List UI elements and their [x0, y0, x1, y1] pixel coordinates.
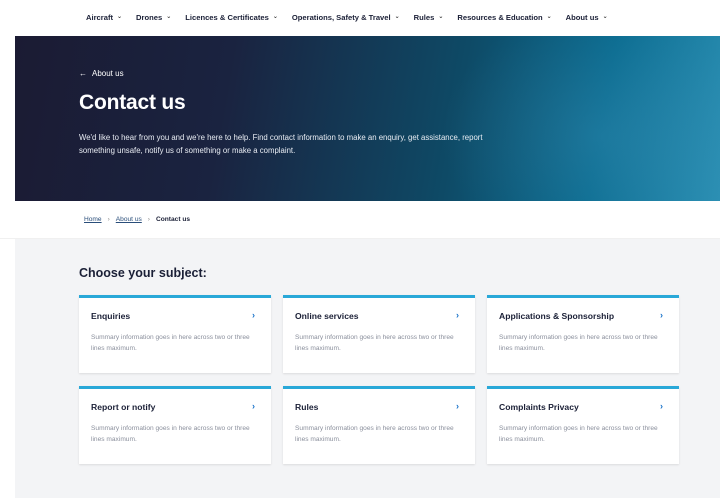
card-title: Applications & Sponsorship: [499, 311, 615, 321]
chevron-right-icon: ›: [660, 401, 663, 411]
breadcrumb-home-link[interactable]: Home: [84, 216, 102, 223]
hero-banner: ← About us Contact us We'd like to hear …: [15, 36, 720, 201]
card-summary: Summary information goes in here across …: [91, 425, 250, 443]
nav-item-label: Operations, Safety & Travel: [291, 13, 391, 22]
subject-card-applications[interactable]: Applications & Sponsorship › Summary inf…: [487, 295, 679, 373]
card-summary: Summary information goes in here across …: [91, 334, 250, 352]
card-summary: Summary information goes in here across …: [295, 425, 454, 443]
breadcrumb: Home › About us › Contact us: [0, 201, 720, 239]
chevron-down-icon: ⌄: [602, 14, 608, 20]
chevron-down-icon: ⌄: [166, 14, 172, 20]
chevron-right-icon: ›: [456, 401, 459, 411]
nav-item-rules[interactable]: Rules ⌄: [414, 13, 444, 22]
subject-card-enquiries[interactable]: Enquiries › Summary information goes in …: [79, 295, 271, 373]
breadcrumb-about-link[interactable]: About us: [116, 216, 142, 223]
nav-item-label: About us: [565, 13, 599, 22]
chevron-down-icon: ⌄: [546, 14, 552, 20]
nav-item-about[interactable]: About us ⌄: [566, 13, 608, 22]
hero-description: We'd like to hear from you and we're her…: [79, 133, 483, 155]
card-title: Rules: [295, 402, 319, 412]
chevron-right-icon: ›: [660, 310, 663, 320]
nav-item-label: Resources & Education: [457, 13, 543, 22]
chevron-down-icon: ⌄: [394, 14, 400, 20]
chevron-right-icon: ›: [147, 216, 150, 223]
subject-card-complaints[interactable]: Complaints Privacy › Summary information…: [487, 386, 679, 464]
chevron-right-icon: ›: [456, 310, 459, 320]
chevron-right-icon: ›: [107, 216, 110, 223]
card-title: Complaints Privacy: [499, 402, 579, 412]
chevron-down-icon: ⌄: [117, 14, 123, 20]
page-title: Contact us: [79, 91, 186, 114]
chevron-right-icon: ›: [252, 310, 255, 320]
nav-item-label: Drones: [136, 13, 163, 22]
nav-item-operations[interactable]: Operations, Safety & Travel ⌄: [292, 13, 400, 22]
nav-item-aircraft[interactable]: Aircraft ⌄: [86, 13, 122, 22]
subject-card-online-services[interactable]: Online services › Summary information go…: [283, 295, 475, 373]
card-summary: Summary information goes in here across …: [499, 425, 658, 443]
back-link[interactable]: ← About us: [79, 69, 124, 78]
subject-card-report[interactable]: Report or notify › Summary information g…: [79, 386, 271, 464]
card-summary: Summary information goes in here across …: [499, 334, 658, 352]
nav-menu: Aircraft ⌄ Drones ⌄ Licences & Certificate…: [86, 13, 622, 22]
nav-item-licences[interactable]: Licences & Certificates ⌄: [185, 13, 278, 22]
breadcrumb-current: Contact us: [155, 216, 191, 223]
breadcrumb-items: Home › About us › Contact us: [84, 216, 190, 223]
chevron-right-icon: ›: [252, 401, 255, 411]
top-navigation: Aircraft ⌄ Drones ⌄ Licences & Certificate…: [0, 0, 720, 36]
nav-item-drones[interactable]: Drones ⌄: [136, 13, 171, 22]
nav-item-label: Aircraft: [86, 13, 114, 22]
back-link-label: About us: [92, 69, 124, 78]
card-title: Enquiries: [91, 311, 131, 321]
card-title: Online services: [295, 311, 359, 321]
nav-item-resources[interactable]: Resources & Education ⌄: [457, 13, 551, 22]
section-title: Choose your subject:: [79, 266, 207, 280]
main-content: Choose your subject: Enquiries › Summary…: [15, 239, 720, 498]
chevron-down-icon: ⌄: [438, 14, 444, 20]
arrow-left-icon: ←: [79, 69, 87, 78]
chevron-down-icon: ⌄: [272, 14, 278, 20]
subject-card-rules[interactable]: Rules › Summary information goes in here…: [283, 386, 475, 464]
nav-item-label: Licences & Certificates: [185, 13, 269, 22]
card-summary: Summary information goes in here across …: [295, 334, 454, 352]
card-title: Report or notify: [91, 402, 156, 412]
nav-item-label: Rules: [413, 13, 435, 22]
